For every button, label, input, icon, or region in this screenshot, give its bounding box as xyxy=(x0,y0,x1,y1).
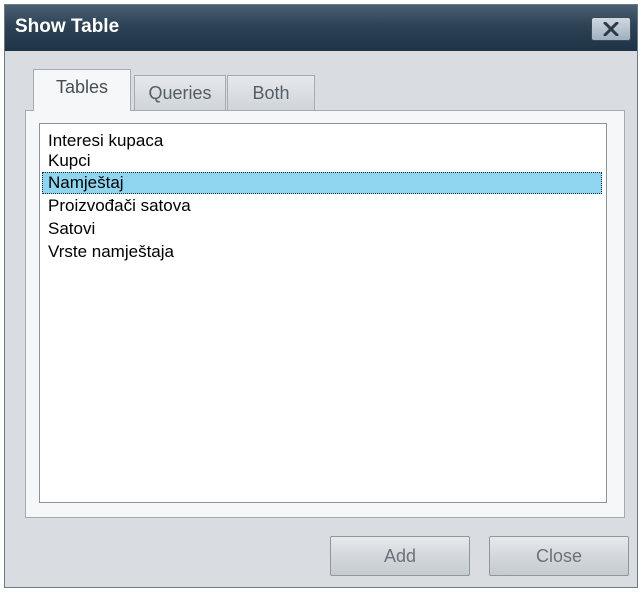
list-item[interactable]: Vrste namještaja xyxy=(42,241,602,263)
close-button[interactable]: Close xyxy=(489,536,629,576)
list-item[interactable]: Proizvođači satova xyxy=(42,195,602,217)
title-bar[interactable]: Show Table xyxy=(5,5,637,51)
list-item-selected[interactable]: Namještaj xyxy=(42,172,602,194)
show-table-dialog: Show Table Tables Queries Both Interesi … xyxy=(4,4,638,588)
tables-list[interactable]: Interesi kupaca Kupci Namještaj Proizvođ… xyxy=(39,123,607,503)
tab-both[interactable]: Both xyxy=(227,75,315,111)
add-button[interactable]: Add xyxy=(330,536,470,576)
tab-tables[interactable]: Tables xyxy=(33,69,131,111)
close-window-button[interactable] xyxy=(591,17,631,41)
list-item[interactable]: Kupci xyxy=(42,150,602,172)
close-icon xyxy=(603,22,619,36)
tab-panel: Tables Queries Both Interesi kupaca Kupc… xyxy=(15,63,629,519)
list-item[interactable]: Satovi xyxy=(42,218,602,240)
tab-queries[interactable]: Queries xyxy=(134,75,226,111)
list-item[interactable]: Interesi kupaca xyxy=(42,130,602,152)
dialog-title: Show Table xyxy=(15,16,120,37)
